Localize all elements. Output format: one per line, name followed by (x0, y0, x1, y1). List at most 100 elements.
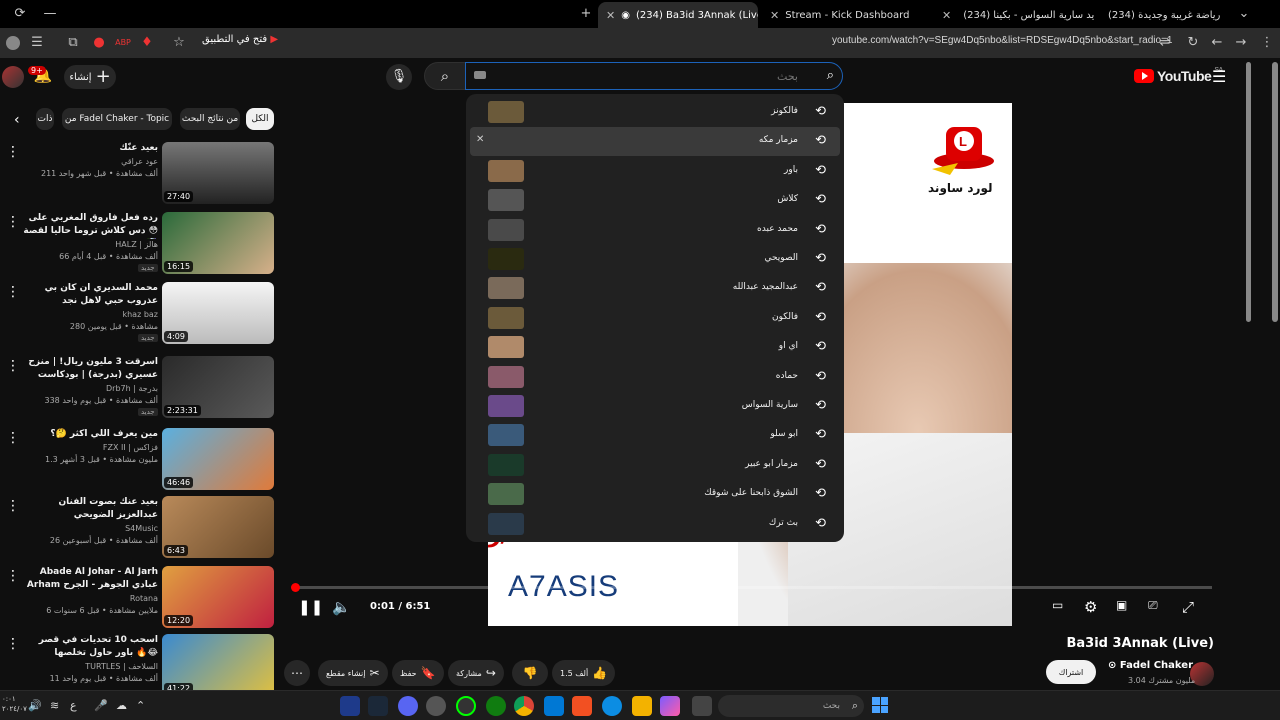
related-video-channel[interactable]: Rotana (20, 594, 158, 603)
settings-gear-icon[interactable]: ⚙ (1084, 598, 1097, 616)
clip-button[interactable]: إنشاء مقطع ✂ (318, 660, 388, 686)
more-actions-button[interactable]: ⋯ (284, 660, 310, 686)
suggestion-item[interactable]: ⟲ بث ترك (470, 510, 840, 539)
adblock-icon[interactable]: ABP (114, 34, 132, 52)
microphone-icon[interactable]: 🎤 (94, 699, 108, 712)
volume-icon[interactable]: 🔈 (332, 598, 351, 616)
subscribe-button[interactable]: اشتراك (1046, 660, 1096, 684)
suggestion-item[interactable]: ⟲ سارية السواس (470, 392, 840, 421)
related-video-title[interactable]: اسرقت 3 مليون ريال! | منزح عسيري (بدرجة)… (20, 356, 158, 383)
chip-from-topic[interactable]: من Fadel Chaker - Topic (62, 108, 172, 130)
suggestion-item[interactable]: ⟲ فالكونز (470, 98, 840, 127)
chevron-left-icon[interactable]: ‹ (14, 112, 20, 128)
video-progress-bar[interactable] (291, 583, 1212, 592)
related-video-item[interactable]: ⋮ Abade Al Johar - Al Jarh Arham عبادي ال… (0, 566, 280, 632)
related-video-item[interactable]: ⋮ رده فعل فاروق المغربي على دس كلاش تروما… (0, 212, 280, 278)
dislike-button[interactable]: 👎 (512, 660, 548, 686)
speaker-icon[interactable]: 🔊 (28, 699, 42, 712)
tab-search-icon[interactable]: ⌄ (1234, 4, 1254, 24)
suggestion-item[interactable]: ⟲ كلاش (470, 186, 840, 215)
wifi-icon[interactable]: ≋ (50, 699, 59, 712)
open-in-app-button[interactable]: فتح في التطبيق ▶ (196, 34, 284, 52)
suggestion-item[interactable]: ⟲ باور (470, 157, 840, 186)
more-vertical-icon[interactable]: ⋮ (6, 284, 20, 300)
steam-icon[interactable] (368, 696, 388, 716)
extension-puzzle-icon[interactable]: ⧉ (64, 34, 82, 52)
suggestion-item[interactable]: ⟲ محمد عبده (470, 216, 840, 245)
file-explorer-icon[interactable] (632, 696, 652, 716)
progress-scrubber[interactable] (291, 583, 300, 592)
browser-scrollbar[interactable] (1272, 62, 1278, 322)
more-vertical-icon[interactable]: ⋮ (6, 144, 20, 160)
pause-icon[interactable]: ❚❚ (298, 598, 323, 616)
related-video-item[interactable]: ⋮ بعيد عنّك عود عراقي 211 ألف مشاهدة • قبل … (0, 142, 280, 208)
create-button[interactable]: إنشاء + (64, 65, 116, 89)
related-video-title[interactable]: اسحب 10 تحديات في قصر باور حاول تخلصها 🔥… (20, 634, 158, 660)
youtube-logo[interactable]: YouTube SA (1134, 67, 1223, 84)
avatar[interactable] (2, 66, 24, 88)
more-vertical-icon[interactable]: ⋮ (6, 358, 20, 374)
keyboard-language-icon[interactable]: ع (70, 699, 77, 712)
more-vertical-icon[interactable]: ⋮ (6, 498, 20, 514)
page-scrollbar[interactable] (1246, 62, 1251, 322)
recording-extension-icon[interactable]: ● (90, 34, 108, 52)
miniplayer-icon[interactable]: ▣ (1116, 598, 1127, 612)
bookmark-star-icon[interactable]: ☆ (170, 34, 188, 52)
suggestion-item[interactable]: ⟲ مزمار مكه ✕ (470, 127, 840, 157)
taskbar-search[interactable]: بحث ⌕ (718, 695, 864, 717)
suggestion-item[interactable]: ⟲ ابو سلو (470, 421, 840, 450)
suggestion-item[interactable]: ⟲ فالكون (470, 304, 840, 333)
show-hidden-icons-icon[interactable]: ⌃ (136, 699, 145, 712)
share-button[interactable]: مشاركة ↪ (448, 660, 504, 686)
related-video-title[interactable]: بعيد عنّك (20, 142, 158, 155)
copilot-icon[interactable] (660, 696, 680, 716)
search-input[interactable] (466, 63, 806, 89)
related-video-title[interactable]: محمد السديري ان كان بي عذروب حبي لاهل نج… (20, 282, 158, 308)
profile-icon[interactable] (6, 36, 20, 50)
tab-2[interactable]: ✕ (234) جديد سارية السواس - بكينا (934, 2, 1094, 28)
search-box[interactable]: ⌕ (465, 62, 843, 90)
search-submit-button[interactable]: ⌕ (424, 62, 466, 90)
more-vertical-icon[interactable]: ⋮ (6, 430, 20, 446)
more-vertical-icon[interactable]: ⋮ (6, 568, 20, 584)
tool-app-icon[interactable] (456, 696, 476, 716)
related-video-item[interactable]: ⋮ بعيد عنك بصوت الفنان عبدالعزيز الضويحي S… (0, 496, 280, 562)
chip-partial[interactable]: ذات (36, 108, 54, 130)
task-view-icon[interactable] (692, 696, 712, 716)
close-tab-icon[interactable]: ✕ (770, 9, 779, 22)
related-video-channel[interactable]: khaz baz (20, 310, 158, 319)
suggestion-item[interactable]: ⟲ اي او (470, 333, 840, 362)
chip-all[interactable]: الكل (246, 108, 274, 130)
more-vertical-icon[interactable]: ⋮ (6, 636, 20, 652)
related-video-item[interactable]: ⋮ محمد السديري ان كان بي عذروب حبي لاهل ن… (0, 282, 280, 348)
fullscreen-icon[interactable]: ⤢ (1182, 598, 1194, 616)
related-video-channel[interactable]: TURTLES | السلاحف (20, 662, 158, 671)
related-video-title[interactable]: مين يعرف اللي اكثر 🤔؟ (20, 428, 158, 441)
related-video-title[interactable]: بعيد عنك بصوت الفنان عبدالعزيز الضويحي (20, 496, 158, 522)
related-video-channel[interactable]: S4Music (20, 524, 158, 533)
related-video-title[interactable]: Abade Al Johar - Al Jarh Arham عبادي الج… (20, 566, 158, 593)
taskbar-app-1-icon[interactable] (340, 696, 360, 716)
related-video-channel[interactable]: FZX II | فزاكس (20, 443, 158, 452)
reload-icon[interactable]: ↻ (1184, 34, 1202, 52)
extensions-list-icon[interactable]: ☰ (28, 34, 46, 52)
more-vertical-icon[interactable]: ⋮ (6, 214, 20, 230)
related-video-title[interactable]: رده فعل فاروق المغربي على دس كلاش تروما … (20, 212, 158, 239)
related-video-channel[interactable]: HALZ | هالز (20, 240, 158, 249)
new-tab-icon[interactable]: + (576, 4, 596, 24)
site-settings-icon[interactable]: ⇌ (1156, 34, 1174, 52)
save-button[interactable]: حفظ 🔖 (392, 660, 444, 686)
minimize-icon[interactable]: — (40, 4, 60, 24)
channel-name[interactable]: ⊙ Fadel Chaker (1108, 660, 1193, 671)
windows-start-icon[interactable] (872, 697, 888, 713)
edge-icon[interactable] (602, 696, 622, 716)
discord-icon[interactable] (398, 696, 418, 716)
back-icon[interactable]: ← (1208, 34, 1226, 52)
tab-1[interactable]: (234) جربنا رياضة غريبة وجديدة (1094, 2, 1224, 28)
taskbar-clock[interactable]: ٠:٠١ ٢٠٢٤/٠٧ (2, 694, 27, 714)
close-tab-icon[interactable]: ✕ (606, 9, 615, 22)
suggestion-item[interactable]: ⟲ عبدالمجيد عبدالله (470, 274, 840, 303)
like-button[interactable]: 1.5 ألف 👍 (552, 660, 616, 686)
outlook-icon[interactable] (544, 696, 564, 716)
address-bar[interactable]: youtube.com/watch?v=SEgw4Dq5nbo&list=RDS… (832, 35, 1172, 46)
